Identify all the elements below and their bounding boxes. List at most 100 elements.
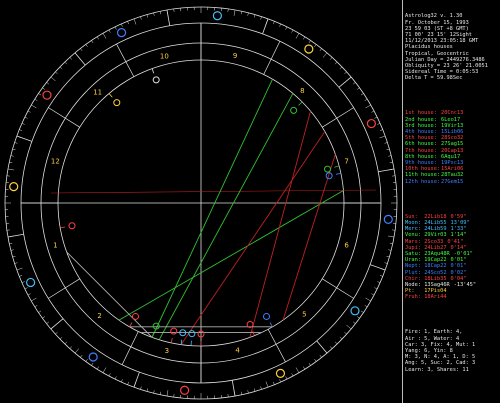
- degree-tick: [31, 297, 37, 302]
- degree-tick: [12, 148, 16, 151]
- header-block: Astrolog32 v. 1.30 Fr. October 15, 1993 23…: [405, 13, 500, 81]
- degree-tick: [247, 12, 249, 16]
- degree-tick: [127, 381, 129, 385]
- planet-glyph-icon: [152, 76, 160, 84]
- sign-divider: [166, 9, 171, 26]
- degree-tick: [69, 57, 73, 60]
- degree-tick: [140, 16, 142, 20]
- house-number: 8: [300, 87, 304, 95]
- taurus-icon: [304, 44, 314, 54]
- degree-tick: [308, 40, 311, 44]
- degree-tick: [102, 33, 107, 39]
- degree-tick: [371, 110, 375, 113]
- degree-tick: [10, 249, 14, 251]
- degree-tick: [285, 376, 288, 380]
- degree-tick: [59, 336, 63, 340]
- planet-position: 13Sag46R: [421, 281, 450, 288]
- degree-tick: [356, 316, 360, 319]
- degree-tick: [133, 18, 137, 25]
- degree-tick: [365, 297, 371, 302]
- planet-position: 18Ari44: [421, 294, 447, 301]
- planet-tick: [269, 322, 273, 328]
- scorpio-icon: [88, 352, 98, 362]
- degree-tick: [352, 82, 356, 85]
- degree-tick: [9, 242, 13, 244]
- sign-divider: [50, 318, 64, 330]
- planet-glyph-icon: [132, 312, 139, 320]
- degree-tick: [160, 391, 162, 395]
- header-line: Delta T = 59.98Sec: [405, 75, 463, 82]
- degree-tick: [379, 135, 386, 139]
- planet-speed: 0'41": [447, 238, 464, 245]
- degree-tick: [339, 66, 343, 70]
- planet-speed: 1'33": [450, 226, 467, 233]
- sign-divider: [7, 233, 24, 238]
- house-value: 6Leo17: [441, 116, 461, 123]
- degree-tick: [364, 98, 368, 101]
- degree-tick: [114, 26, 117, 30]
- degree-tick: [74, 348, 80, 354]
- house-value: 19Vir13: [441, 122, 464, 129]
- degree-tick: [121, 379, 123, 383]
- degree-tick: [59, 66, 63, 70]
- degree-tick: [153, 12, 155, 16]
- sign-divider: [133, 372, 140, 388]
- planet-position-list: Sun: 22Lib18 0'59" Moon: 24Lib55 13'09" Merc…: [405, 214, 500, 301]
- house-number: 10: [160, 53, 169, 61]
- degree-tick: [69, 346, 73, 349]
- degree-tick: [50, 76, 56, 82]
- degree-tick: [388, 249, 392, 251]
- house-cusp-line: [267, 329, 286, 363]
- planet-position: 17Pis04: [421, 288, 447, 295]
- planet-speed: 0'59": [450, 213, 467, 220]
- degree-tick: [334, 341, 338, 345]
- degree-tick: [388, 235, 395, 238]
- house-cusp-line: [263, 41, 281, 75]
- degree-tick: [379, 129, 383, 131]
- planet-tick: [151, 68, 155, 74]
- degree-tick: [344, 71, 347, 75]
- degree-tick: [127, 21, 129, 25]
- degree-tick: [31, 104, 37, 109]
- degree-tick: [38, 93, 42, 96]
- degree-tick: [374, 116, 378, 119]
- degree-tick: [12, 255, 16, 258]
- house-number: 2: [97, 312, 101, 320]
- degree-tick: [96, 366, 99, 370]
- degree-tick: [64, 341, 68, 345]
- degree-tick: [346, 324, 352, 330]
- degree-tick: [319, 354, 322, 358]
- planet-speed: 13'09": [450, 219, 470, 226]
- house-cusp-line: [322, 278, 354, 299]
- house-number: 4: [235, 346, 240, 354]
- degree-tick: [247, 390, 249, 394]
- degree-tick: [329, 346, 333, 349]
- planet-position: 24Lib59: [421, 226, 447, 233]
- planet-glyph-icon: [188, 330, 196, 338]
- degree-tick: [233, 9, 236, 16]
- house-number: 7: [344, 158, 348, 166]
- aspect-line: [66, 251, 153, 338]
- virgo-icon: [9, 182, 19, 192]
- degree-tick: [42, 87, 46, 90]
- house-cusp-line: [322, 107, 354, 128]
- sign-divider: [16, 135, 32, 142]
- degree-tick: [388, 155, 392, 157]
- degree-tick: [371, 293, 375, 296]
- aquarius-icon: [350, 306, 360, 316]
- degree-tick: [339, 336, 343, 340]
- planet-glyph-icon: [263, 312, 270, 320]
- planet-speed: 0'02": [450, 269, 467, 276]
- planet-speed: 0'14": [450, 244, 467, 251]
- degree-tick: [291, 29, 294, 33]
- degree-tick: [38, 310, 42, 313]
- house-cusp-line: [48, 278, 80, 299]
- degree-tick: [386, 255, 390, 258]
- planet-tick: [129, 322, 133, 328]
- summary-line: Learn: 3, Shares: 11: [405, 366, 469, 373]
- sign-divider: [231, 380, 236, 397]
- sign-divider: [316, 340, 328, 354]
- degree-tick: [365, 104, 371, 109]
- planet-row: Fruh: 18Ari44: [405, 294, 500, 300]
- degree-tick: [153, 390, 155, 394]
